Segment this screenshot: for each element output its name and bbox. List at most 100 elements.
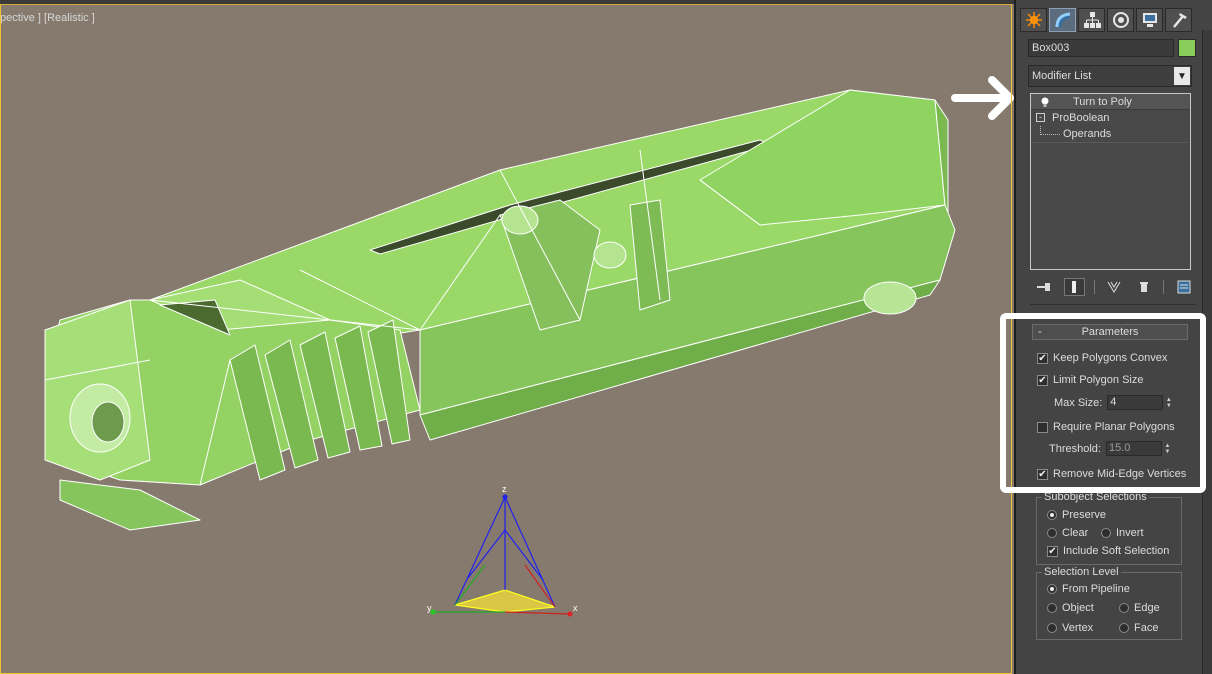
threshold-spinner[interactable]: 15.0 ▲ ▼ xyxy=(1105,441,1173,456)
spinner-arrows-icon[interactable]: ▲ ▼ xyxy=(1162,441,1173,456)
stack-item-label: Operands xyxy=(1063,128,1112,140)
subobject-selections-title: Subobject Selections xyxy=(1042,491,1149,503)
include-soft-selection-checkbox[interactable]: ✔ xyxy=(1047,545,1058,557)
lightbulb-icon[interactable] xyxy=(1040,97,1050,107)
edge-radio[interactable] xyxy=(1119,603,1129,613)
preserve-option[interactable]: Preserve xyxy=(1047,509,1106,521)
stack-item-proboolean[interactable]: - ProBoolean xyxy=(1031,110,1190,126)
max-size-field[interactable]: 4 xyxy=(1107,395,1164,410)
rollout-title: Parameters xyxy=(1081,326,1139,338)
motion-icon xyxy=(1112,12,1129,28)
max-size-label: Max Size: xyxy=(1054,396,1103,409)
motion-tab[interactable] xyxy=(1107,8,1134,32)
face-radio[interactable] xyxy=(1119,623,1129,633)
subobject-selections-group: Subobject Selections Preserve Clear Inve… xyxy=(1036,491,1182,565)
modifier-list-dropdown[interactable]: Modifier List ▼ xyxy=(1028,65,1192,87)
show-end-result-button[interactable] xyxy=(1063,278,1085,296)
modify-tab[interactable] xyxy=(1049,8,1076,32)
remove-mid-edge-vertices-label: Remove Mid-Edge Vertices xyxy=(1053,468,1187,480)
require-planar-polygons-option[interactable]: Require Planar Polygons xyxy=(1037,421,1175,433)
remove-modifier-button[interactable] xyxy=(1133,278,1154,296)
hierarchy-tab[interactable] xyxy=(1078,8,1105,32)
pin-stack-button[interactable] xyxy=(1034,278,1055,296)
invert-label: Invert xyxy=(1116,527,1144,539)
face-option[interactable]: Face xyxy=(1119,622,1158,634)
preserve-label: Preserve xyxy=(1062,509,1107,521)
vertex-radio[interactable] xyxy=(1047,623,1057,633)
limit-polygon-size-option[interactable]: ✔ Limit Polygon Size xyxy=(1037,374,1144,386)
edge-label: Edge xyxy=(1134,602,1160,614)
vertex-label: Vertex xyxy=(1062,622,1094,634)
invert-option[interactable]: Invert xyxy=(1101,527,1144,539)
spinner-arrows-icon[interactable]: ▲ ▼ xyxy=(1163,395,1174,410)
collapse-icon[interactable]: - xyxy=(1036,113,1045,122)
from-pipeline-option[interactable]: From Pipeline xyxy=(1047,583,1130,595)
object-color-swatch[interactable] xyxy=(1178,39,1196,57)
limit-polygon-size-checkbox[interactable]: ✔ xyxy=(1037,374,1048,386)
stack-item-label: ProBoolean xyxy=(1052,112,1110,124)
rollout-collapse-icon: - xyxy=(1038,326,1042,338)
preserve-radio[interactable] xyxy=(1047,510,1057,520)
modifier-stack: Turn to Poly - ProBoolean Operands xyxy=(1030,93,1191,270)
keep-polygons-convex-option[interactable]: ✔ Keep Polygons Convex xyxy=(1037,352,1167,364)
display-tab[interactable] xyxy=(1136,8,1163,32)
utilities-tab[interactable] xyxy=(1165,8,1192,32)
from-pipeline-radio[interactable] xyxy=(1047,584,1057,594)
include-soft-selection-label: Include Soft Selection xyxy=(1063,545,1170,557)
configure-sets-button[interactable] xyxy=(1173,278,1194,296)
configure-sets-icon xyxy=(1177,280,1191,294)
require-planar-polygons-checkbox[interactable] xyxy=(1037,421,1048,433)
stack-item-turn-to-poly[interactable]: Turn to Poly xyxy=(1031,94,1190,110)
pin-stack-icon xyxy=(1037,283,1051,291)
face-label: Face xyxy=(1134,622,1159,634)
hierarchy-icon xyxy=(1083,12,1101,28)
create-tab[interactable] xyxy=(1020,8,1047,32)
create-icon xyxy=(1025,12,1042,28)
object-name-field[interactable]: Box003 xyxy=(1028,39,1174,57)
parameters-rollout-header[interactable]: - Parameters xyxy=(1032,324,1188,340)
remove-modifier-icon xyxy=(1139,282,1148,292)
remove-mid-edge-vertices-checkbox[interactable]: ✔ xyxy=(1037,468,1048,480)
chevron-down-icon[interactable]: ▼ xyxy=(1174,67,1190,85)
annotation-arrow-icon xyxy=(951,76,1014,120)
stack-item-label: Turn to Poly xyxy=(1073,96,1132,108)
selection-level-group: Selection Level From Pipeline Object Edg… xyxy=(1036,566,1182,640)
modifier-list-label: Modifier List xyxy=(1032,70,1092,82)
panel-scrollbar[interactable] xyxy=(1202,30,1212,674)
object-option[interactable]: Object xyxy=(1047,602,1094,614)
command-panel-tabs xyxy=(1020,8,1192,32)
remove-mid-edge-vertices-option[interactable]: ✔ Remove Mid-Edge Vertices xyxy=(1037,468,1186,480)
panel-divider xyxy=(1030,304,1196,305)
keep-polygons-convex-checkbox[interactable]: ✔ xyxy=(1037,352,1048,364)
make-unique-icon xyxy=(1107,281,1121,293)
edge-option[interactable]: Edge xyxy=(1119,602,1160,614)
stack-item-operands[interactable]: Operands xyxy=(1031,126,1190,142)
keep-polygons-convex-label: Keep Polygons Convex xyxy=(1053,352,1168,364)
utilities-icon xyxy=(1172,13,1187,28)
make-unique-button[interactable] xyxy=(1104,278,1125,296)
object-radio[interactable] xyxy=(1047,603,1057,613)
threshold-label: Threshold: xyxy=(1049,442,1101,455)
clear-option[interactable]: Clear xyxy=(1047,527,1088,539)
from-pipeline-label: From Pipeline xyxy=(1062,583,1130,595)
max-size-row: Max Size: 4 ▲ ▼ xyxy=(1054,395,1174,410)
command-panel: Box003 Modifier List ▼ Turn to Poly - Pr… xyxy=(1014,0,1212,674)
vertex-option[interactable]: Vertex xyxy=(1047,622,1093,634)
stack-toolbar xyxy=(1030,278,1194,296)
perspective-viewport[interactable]: pective ] [Realistic ] z y x xyxy=(0,0,1014,674)
threshold-field[interactable]: 15.0 xyxy=(1105,441,1162,456)
limit-polygon-size-label: Limit Polygon Size xyxy=(1053,374,1144,386)
clear-label: Clear xyxy=(1062,527,1089,539)
max-size-spinner[interactable]: 4 ▲ ▼ xyxy=(1107,395,1174,410)
require-planar-polygons-label: Require Planar Polygons xyxy=(1053,421,1175,433)
selection-level-title: Selection Level xyxy=(1042,566,1121,578)
invert-radio[interactable] xyxy=(1101,528,1111,538)
show-end-result-icon xyxy=(1072,281,1077,293)
stack-divider xyxy=(1033,142,1188,143)
threshold-row: Threshold: 15.0 ▲ ▼ xyxy=(1049,441,1173,456)
include-soft-selection-option[interactable]: ✔ Include Soft Selection xyxy=(1047,545,1169,557)
object-label: Object xyxy=(1062,602,1094,614)
tree-connector xyxy=(1040,126,1060,135)
clear-radio[interactable] xyxy=(1047,528,1057,538)
display-icon xyxy=(1142,13,1157,27)
